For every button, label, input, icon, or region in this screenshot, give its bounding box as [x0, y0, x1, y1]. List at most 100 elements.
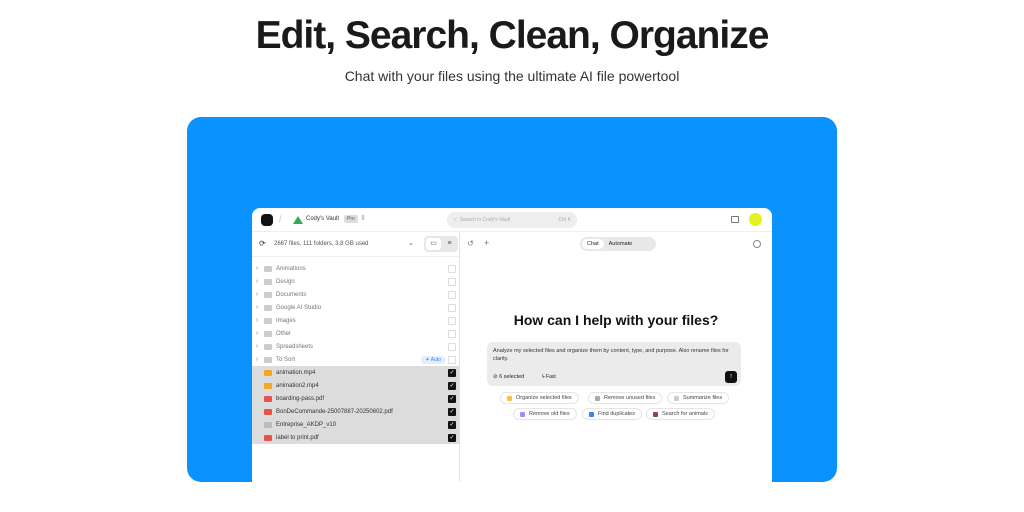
file-name: animation.mp4: [276, 369, 316, 376]
vault-switch-icon[interactable]: ⇕: [360, 214, 366, 222]
chevron-right-icon[interactable]: ›: [252, 317, 262, 324]
row-checkbox[interactable]: [448, 329, 456, 338]
folder-icon: [264, 343, 272, 350]
speed-mode[interactable]: ϟ Fast: [542, 374, 556, 380]
mode-tabs: Chat Automate: [580, 237, 656, 251]
prompt-text[interactable]: Analyze my selected files and organize t…: [493, 347, 733, 363]
chevron-right-icon[interactable]: ›: [252, 356, 262, 363]
folder-icon: [264, 330, 272, 337]
row-checkbox[interactable]: [448, 342, 456, 351]
file-name: label to print.pdf: [276, 434, 319, 441]
history-icon[interactable]: ↺: [467, 239, 474, 248]
row-checkbox[interactable]: [448, 355, 456, 364]
row-checkbox-checked[interactable]: ✓: [448, 368, 456, 377]
file-row[interactable]: Entreprise_AKDP_v10 ✓: [252, 418, 459, 431]
chevron-right-icon[interactable]: ›: [252, 304, 262, 311]
folder-icon: [264, 317, 272, 324]
file-name: boarding-pass.pdf: [276, 395, 325, 402]
suggestion-chip[interactable]: Remove unused files: [588, 392, 663, 404]
auto-sort-button[interactable]: ✦ Auto: [421, 355, 445, 364]
search-placeholder: Search in Cody's Vault: [460, 217, 511, 223]
folder-row[interactable]: › To Sort ✦ Auto: [252, 353, 459, 366]
suggestion-icon: [674, 395, 679, 401]
folder-name: To Sort: [276, 356, 296, 363]
plan-badge: Pro: [344, 215, 358, 223]
doc-file-icon: [264, 421, 272, 428]
file-row[interactable]: animation.mp4 ✓: [252, 366, 459, 379]
row-checkbox-checked[interactable]: ✓: [448, 381, 456, 390]
search-icon: ○: [453, 217, 457, 223]
pdf-file-icon: [264, 434, 272, 441]
separator: /: [279, 214, 282, 225]
suggestion-chip[interactable]: Search for animals: [646, 408, 715, 420]
suggestion-icon: [589, 411, 594, 417]
blue-showcase-panel: / Cody's Vault Pro ⇕ ○ Search in Cody's …: [187, 117, 837, 482]
folder-row[interactable]: › Other: [252, 327, 459, 340]
vault-name[interactable]: Cody's Vault: [306, 216, 339, 222]
file-row[interactable]: BonDeCommande-25007887-20250602.pdf ✓: [252, 405, 459, 418]
tab-chat[interactable]: Chat: [582, 239, 604, 249]
file-name: Entreprise_AKDP_v10: [276, 421, 337, 428]
video-file-icon: [264, 369, 272, 376]
folder-row[interactable]: › Spreadsheets: [252, 340, 459, 353]
chevron-right-icon[interactable]: ›: [252, 291, 262, 298]
storage-stats: 2687 files, 111 folders, 3.8 GB used: [274, 241, 369, 247]
suggestion-chip[interactable]: Organize selected files: [500, 392, 579, 404]
row-checkbox[interactable]: [448, 316, 456, 325]
suggestion-chip[interactable]: Find duplicates: [582, 408, 642, 420]
folder-row[interactable]: › Google AI Studio: [252, 301, 459, 314]
folder-row[interactable]: › Design: [252, 275, 459, 288]
list-view-icon[interactable]: ≡: [443, 238, 456, 250]
view-toggle[interactable]: ▭ ≡: [424, 236, 458, 252]
prompt-box[interactable]: Analyze my selected files and organize t…: [487, 342, 741, 386]
folder-name: Other: [276, 330, 292, 337]
logo-icon: [261, 214, 273, 226]
folder-row[interactable]: › Animations: [252, 262, 459, 275]
google-drive-icon: [293, 216, 303, 224]
sync-icon[interactable]: ⟳: [259, 239, 266, 248]
folder-row[interactable]: › Documents: [252, 288, 459, 301]
feedback-icon[interactable]: [731, 216, 739, 223]
row-checkbox-checked[interactable]: ✓: [448, 407, 456, 416]
row-checkbox[interactable]: [448, 290, 456, 299]
suggestion-icon: [595, 395, 600, 401]
suggestion-label: Summarize files: [683, 395, 723, 401]
tab-automate[interactable]: Automate: [604, 239, 638, 249]
row-checkbox-checked[interactable]: ✓: [448, 394, 456, 403]
suggestion-icon: [653, 411, 658, 417]
suggestion-label: Find duplicates: [598, 411, 635, 417]
row-checkbox[interactable]: [448, 303, 456, 312]
suggestion-chip[interactable]: Summarize files: [667, 392, 730, 404]
row-checkbox-checked[interactable]: ✓: [448, 433, 456, 442]
row-checkbox-checked[interactable]: ✓: [448, 420, 456, 429]
new-chat-icon[interactable]: +: [484, 238, 489, 248]
send-button[interactable]: ↑: [725, 371, 737, 383]
chat-heading: How can I help with your files?: [513, 312, 719, 328]
hero-subtitle: Chat with your files using the ultimate …: [344, 68, 680, 84]
folder-row[interactable]: › Images: [252, 314, 459, 327]
folder-name: Design: [276, 278, 295, 285]
chevron-right-icon[interactable]: ›: [252, 278, 262, 285]
collapse-all-icon[interactable]: ⌄: [408, 239, 414, 247]
chevron-right-icon[interactable]: ›: [252, 343, 262, 350]
top-bar: / Cody's Vault Pro ⇕ ○ Search in Cody's …: [252, 208, 772, 232]
chevron-right-icon[interactable]: ›: [252, 265, 262, 272]
speed-label: Fast: [546, 374, 556, 380]
search-input[interactable]: ○ Search in Cody's Vault Ctrl K: [447, 212, 577, 228]
file-row[interactable]: label to print.pdf ✓: [252, 431, 459, 444]
row-checkbox[interactable]: [448, 264, 456, 273]
video-file-icon: [264, 382, 272, 389]
help-icon[interactable]: [753, 240, 761, 248]
chevron-right-icon[interactable]: ›: [252, 330, 262, 337]
avatar[interactable]: [749, 213, 762, 226]
row-checkbox[interactable]: [448, 277, 456, 286]
folder-name: Documents: [276, 291, 307, 298]
chat-pane: ↺ + Chat Automate How can I help with yo…: [460, 232, 772, 482]
split-view-icon[interactable]: ▭: [426, 238, 441, 250]
file-sidebar: ⟳ 2687 files, 111 folders, 3.8 GB used ⌄…: [252, 232, 460, 482]
suggestion-chip[interactable]: Remove old files: [513, 408, 577, 420]
file-row[interactable]: boarding-pass.pdf ✓: [252, 392, 459, 405]
folder-icon: [264, 265, 272, 272]
attachments[interactable]: ⊘ 6 selected: [493, 374, 524, 380]
file-row[interactable]: animation2.mp4 ✓: [252, 379, 459, 392]
